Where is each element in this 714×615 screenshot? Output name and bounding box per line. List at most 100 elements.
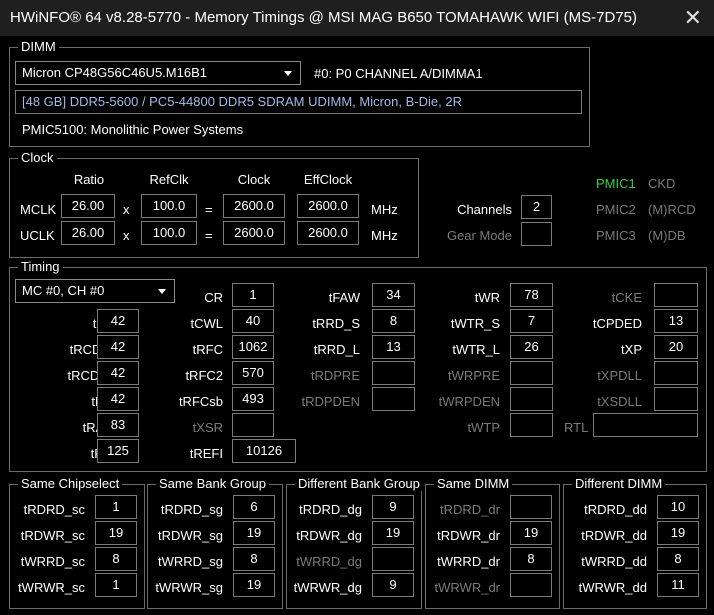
group-label-twrwr-dd: tWRWR_dd bbox=[578, 580, 647, 595]
group-legend-same-chipselect: Same Chipselect bbox=[18, 476, 123, 491]
timing-value-txpdll bbox=[654, 361, 698, 385]
timing-label-txsr: tXSR bbox=[192, 420, 223, 435]
group-value-twrrd-dg bbox=[372, 547, 414, 571]
uclk-ratio: 26.00 bbox=[61, 221, 115, 245]
group-value-twrwr-sg: 19 bbox=[233, 573, 275, 597]
uclk-times: x bbox=[123, 228, 130, 243]
group-label-twrrd-dg: tWRRD_dg bbox=[296, 554, 362, 569]
group-label-twrwr-sg: tWRWR_sg bbox=[155, 580, 223, 595]
timing-label-twrpre: tWRPRE bbox=[448, 368, 500, 383]
uclk-unit: MHz bbox=[371, 228, 398, 243]
clock-header: Clock bbox=[237, 172, 271, 187]
gear-mode-label: Gear Mode bbox=[446, 228, 512, 243]
timing-label-txsdll: tXSDLL bbox=[597, 394, 642, 409]
group-value-twrrd-dr: 8 bbox=[510, 547, 552, 571]
dimm-select[interactable]: Micron CP48G56C46U5.M16B1 bbox=[15, 61, 301, 85]
timing-value-txsdll bbox=[654, 387, 698, 411]
timing-label-trdpre: tRDPRE bbox=[310, 368, 360, 383]
timing-value-twrpre bbox=[510, 361, 553, 385]
timing-label-twrpden: tWRPDEN bbox=[438, 394, 500, 409]
timing-value-txsr bbox=[232, 413, 274, 437]
group-label-trdrd-sc: tRDRD_sc bbox=[23, 502, 85, 517]
timing-value-cr: 1 bbox=[232, 283, 274, 307]
group-value-trdrd-sg: 6 bbox=[233, 495, 275, 519]
close-icon[interactable]: ✕ bbox=[684, 5, 702, 31]
group-label-twrwr-sc: tWRWR_sc bbox=[18, 580, 85, 595]
ckd-label: CKD bbox=[648, 176, 676, 191]
timing-value-trfc2: 570 bbox=[232, 361, 274, 385]
timing-label-tfaw: tFAW bbox=[328, 290, 360, 305]
mrcd-label: (M)RCD bbox=[648, 202, 696, 217]
pmic1-label: PMIC1 bbox=[596, 176, 636, 191]
timing-value-txp: 20 bbox=[654, 335, 698, 359]
group-label-twrwr-dg: tWRWR_dg bbox=[293, 580, 362, 595]
timing-value-trefi: 10126 bbox=[232, 439, 296, 463]
group-legend-different-bank-group: Different Bank Group bbox=[295, 476, 423, 491]
timing-value-trdpden bbox=[372, 387, 415, 411]
timing-label-twr: tWR bbox=[474, 290, 500, 305]
timing-value-trfc: 1062 bbox=[232, 335, 274, 359]
timing-value-trcdrd: 42 bbox=[97, 335, 139, 359]
group-value-twrwr-dg: 9 bbox=[372, 573, 414, 597]
mclk-unit: MHz bbox=[371, 202, 398, 217]
mclk-ratio: 26.00 bbox=[61, 194, 115, 218]
gear-mode-value bbox=[521, 222, 552, 246]
dimm-info: [48 GB] DDR5-5600 / PC5-44800 DDR5 SDRAM… bbox=[15, 90, 582, 114]
dimm-select-value: Micron CP48G56C46U5.M16B1 bbox=[22, 65, 207, 80]
group-value-twrrd-sc: 8 bbox=[95, 547, 137, 571]
timing-value-trfcsb: 493 bbox=[232, 387, 274, 411]
group-legend-different-dimm: Different DIMM bbox=[572, 476, 666, 491]
group-value-trdrd-dr bbox=[510, 495, 552, 519]
timing-label-twtr-l: tWTR_L bbox=[452, 342, 500, 357]
timing-label-tcpded: tCPDED bbox=[592, 316, 642, 331]
group-value-trdwr-dd: 19 bbox=[657, 521, 699, 545]
chevron-down-icon bbox=[284, 71, 292, 76]
timing-value-twr: 78 bbox=[510, 283, 553, 307]
timing-value-tcpded: 13 bbox=[654, 309, 698, 333]
timing-value-trc: 125 bbox=[97, 439, 139, 463]
group-value-twrwr-dr bbox=[510, 573, 552, 597]
group-label-trdwr-sg: tRDWR_sg bbox=[157, 528, 223, 543]
effclock-header: EffClock bbox=[303, 172, 353, 187]
group-label-trdwr-dg: tRDWR_dg bbox=[296, 528, 362, 543]
clock-legend: Clock bbox=[18, 150, 57, 165]
pmic-info: PMIC5100: Monolithic Power Systems bbox=[22, 122, 244, 137]
window-title: HWiNFO® 64 v8.28-5770 - Memory Timings @… bbox=[10, 9, 637, 26]
group-label-trdrd-dd: tRDRD_dd bbox=[584, 502, 647, 517]
pmic2-label: PMIC2 bbox=[596, 202, 636, 217]
group-value-twrrd-dd: 8 bbox=[657, 547, 699, 571]
channels-value: 2 bbox=[521, 195, 552, 219]
uclk-refclk: 100.0 bbox=[141, 221, 197, 245]
rtl-value bbox=[593, 413, 698, 437]
timing-label-trfc2: tRFC2 bbox=[185, 368, 223, 383]
dimm-slot: #0: P0 CHANNEL A/DIMMA1 bbox=[314, 66, 483, 81]
group-label-twrrd-dd: tWRRD_dd bbox=[581, 554, 647, 569]
mclk-label: MCLK bbox=[20, 202, 57, 217]
timing-legend: Timing bbox=[18, 259, 63, 274]
timing-value-trrd-l: 13 bbox=[372, 335, 415, 359]
group-label-trdrd-sg: tRDRD_sg bbox=[160, 502, 223, 517]
group-value-twrwr-sc: 1 bbox=[95, 573, 137, 597]
group-value-trdwr-sg: 19 bbox=[233, 521, 275, 545]
group-label-trdwr-dd: tRDWR_dd bbox=[581, 528, 647, 543]
group-value-trdrd-dd: 10 bbox=[657, 495, 699, 519]
mclk-equals: = bbox=[205, 202, 213, 217]
timing-label-trrd-l: tRRD_L bbox=[313, 342, 360, 357]
timing-value-trdpre bbox=[372, 361, 415, 385]
channels-label: Channels bbox=[457, 202, 512, 217]
timing-label-cr: CR bbox=[204, 290, 223, 305]
group-legend-same-dimm: Same DIMM bbox=[434, 476, 513, 491]
dimm-legend: DIMM bbox=[18, 39, 59, 54]
group-label-trdwr-dr: tRDWR_dr bbox=[437, 528, 500, 543]
timing-value-tcwl: 40 bbox=[232, 309, 274, 333]
timing-label-trfc: tRFC bbox=[192, 342, 223, 357]
group-value-trdwr-dr: 19 bbox=[510, 521, 552, 545]
group-label-twrwr-dr: tWRWR_dr bbox=[434, 580, 500, 595]
group-label-trdwr-sc: tRDWR_sc bbox=[20, 528, 85, 543]
refclk-header: RefClk bbox=[149, 172, 189, 187]
group-value-trdwr-sc: 19 bbox=[95, 521, 137, 545]
timing-label-twtp: tWTP bbox=[467, 420, 501, 435]
timing-label-txp: tXP bbox=[621, 342, 642, 357]
uclk-clock: 2600.0 bbox=[223, 221, 285, 245]
timing-label-trrd-s: tRRD_S bbox=[312, 316, 360, 331]
